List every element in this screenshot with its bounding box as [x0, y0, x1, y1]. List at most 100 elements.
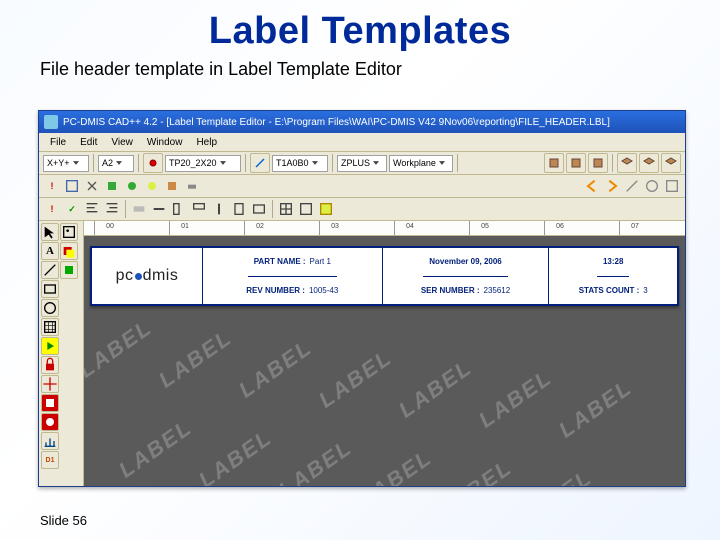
layers-tool[interactable]: [60, 242, 78, 260]
export-icon[interactable]: [63, 177, 81, 195]
watermark: LABEL: [114, 414, 197, 483]
rev-row: REV NUMBER :1005-43: [240, 277, 344, 305]
part-name-row: PART NAME :Part 1: [248, 248, 337, 277]
tip-field[interactable]: TP20_2X20: [165, 155, 241, 172]
chevron-down-icon: [115, 159, 123, 167]
lock-tool[interactable]: [41, 356, 59, 374]
time-cell: 13:28: [597, 248, 629, 277]
angle-icon[interactable]: [250, 153, 270, 173]
dim-4-icon[interactable]: [190, 200, 208, 218]
size-field[interactable]: A2: [98, 155, 134, 172]
label-template[interactable]: pcdmis PART NAME :Part 1 REV NUMBER :100…: [90, 246, 679, 306]
dim-1-icon[interactable]: [130, 200, 148, 218]
tool-d-icon[interactable]: [163, 177, 181, 195]
watermark: LABEL: [194, 424, 277, 486]
align-1-icon[interactable]: [83, 200, 101, 218]
watermark: LABEL: [84, 314, 157, 383]
probe-field[interactable]: T1A0B0: [272, 155, 328, 172]
view-iso-3-icon[interactable]: [661, 153, 681, 173]
view-iso-2-icon[interactable]: [639, 153, 659, 173]
chevron-down-icon: [72, 159, 80, 167]
view-cube-1-icon[interactable]: [544, 153, 564, 173]
record-tool[interactable]: [41, 413, 59, 431]
fill-tool[interactable]: [60, 261, 78, 279]
menu-window[interactable]: Window: [140, 137, 190, 148]
ruler: 00 01 02 03 04 05 06 07: [84, 221, 685, 236]
tool-e-icon[interactable]: [183, 177, 201, 195]
chevron-down-icon: [219, 159, 227, 167]
d1-tool[interactable]: D1: [41, 451, 59, 469]
circle-tool[interactable]: [41, 299, 59, 317]
tool-c-icon[interactable]: [143, 177, 161, 195]
plane-field[interactable]: ZPLUS: [337, 155, 387, 172]
menu-bar: File Edit View Window Help: [39, 133, 685, 152]
table-tool[interactable]: [41, 318, 59, 336]
slide-subtitle: File header template in Label Template E…: [0, 53, 720, 90]
error-2-icon[interactable]: !: [43, 200, 61, 218]
probe-icon[interactable]: [143, 153, 163, 173]
menu-view[interactable]: View: [104, 137, 140, 148]
align-2-icon[interactable]: [103, 200, 121, 218]
watermark: LABEL: [394, 354, 477, 423]
dim-7-icon[interactable]: [250, 200, 268, 218]
pointer-tool[interactable]: [41, 223, 59, 241]
menu-edit[interactable]: Edit: [73, 137, 104, 148]
window-title: PC-DMIS CAD++ 4.2 - [Label Template Edit…: [63, 117, 610, 128]
tool-a-icon[interactable]: [103, 177, 121, 195]
app-window: PC-DMIS CAD++ 4.2 - [Label Template Edit…: [38, 110, 686, 487]
dim-3-icon[interactable]: [170, 200, 188, 218]
logo-dot-icon: [135, 273, 142, 280]
view-cube-3-icon[interactable]: [588, 153, 608, 173]
line-tool[interactable]: [41, 261, 59, 279]
move-tool[interactable]: [41, 375, 59, 393]
chevron-down-icon: [438, 159, 446, 167]
arrow-left-icon[interactable]: [583, 177, 601, 195]
refresh-icon[interactable]: [643, 177, 661, 195]
menu-file[interactable]: File: [43, 137, 73, 148]
brush-icon[interactable]: [623, 177, 641, 195]
toggle-tool[interactable]: [41, 394, 59, 412]
ser-row: SER NUMBER :235612: [415, 277, 516, 305]
arrow-right-icon[interactable]: [603, 177, 621, 195]
chart-tool[interactable]: [41, 432, 59, 450]
toolbar-2: !: [39, 175, 685, 198]
grid-1-icon[interactable]: [277, 200, 295, 218]
workplane-field[interactable]: Workplane: [389, 155, 453, 172]
toolbar-3: ! ✓: [39, 198, 685, 221]
side-toolbox: A D1: [39, 221, 84, 486]
form-tool[interactable]: [60, 223, 78, 241]
view-iso-1-icon[interactable]: [617, 153, 637, 173]
toolbar-top: X+Y+ A2 TP20_2X20 T1A0B0 ZPLUS Workplane: [39, 152, 685, 175]
watermark: LABEL: [274, 434, 357, 486]
slide-title: Label Templates: [0, 0, 720, 53]
watermark: LABEL: [354, 444, 437, 486]
text-tool[interactable]: A: [41, 242, 59, 260]
zoom-icon[interactable]: [663, 177, 681, 195]
dim-2-icon[interactable]: [150, 200, 168, 218]
grid-3-icon[interactable]: [317, 200, 335, 218]
canvas-area[interactable]: pcdmis PART NAME :Part 1 REV NUMBER :100…: [84, 236, 685, 486]
app-icon: [44, 115, 58, 129]
dim-6-icon[interactable]: [230, 200, 248, 218]
chevron-down-icon: [372, 159, 380, 167]
cut-icon[interactable]: [83, 177, 101, 195]
ok-icon[interactable]: ✓: [63, 200, 81, 218]
menu-help[interactable]: Help: [189, 137, 224, 148]
startup-field[interactable]: X+Y+: [43, 155, 89, 172]
dim-5-icon[interactable]: [210, 200, 228, 218]
title-bar: PC-DMIS CAD++ 4.2 - [Label Template Edit…: [39, 111, 685, 133]
grid-2-icon[interactable]: [297, 200, 315, 218]
error-icon[interactable]: !: [43, 177, 61, 195]
slide-footer: Slide 56: [40, 513, 87, 528]
watermark: LABEL: [314, 344, 397, 413]
watermark: LABEL: [514, 464, 597, 486]
watermark: LABEL: [234, 334, 317, 403]
tool-b-icon[interactable]: [123, 177, 141, 195]
stats-row: STATS COUNT :3: [573, 277, 654, 305]
rect-tool[interactable]: [41, 280, 59, 298]
watermark: LABEL: [554, 374, 637, 443]
view-cube-2-icon[interactable]: [566, 153, 586, 173]
watermark: LABEL: [154, 324, 237, 393]
logo-cell: pcdmis: [92, 248, 203, 304]
play-tool[interactable]: [41, 337, 59, 355]
